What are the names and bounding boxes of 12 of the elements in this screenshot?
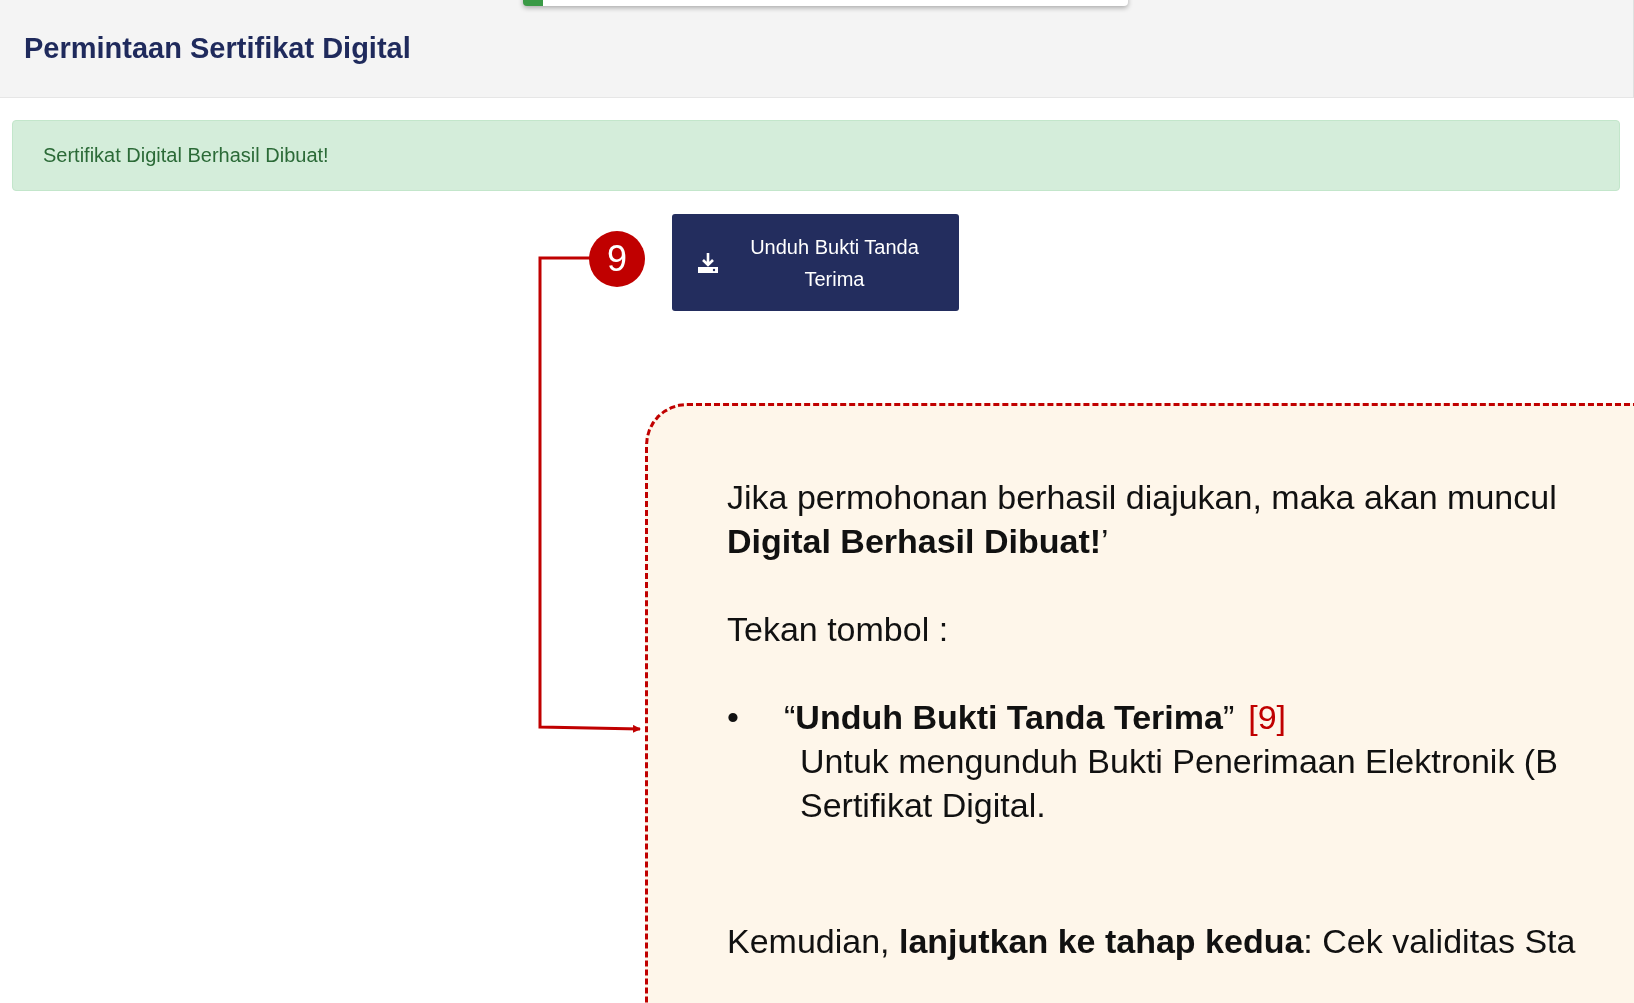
step-badge: 9 [589,231,645,287]
download-icon [696,250,720,275]
callout-prompt: Tekan tombol : [727,609,950,650]
download-button[interactable]: Unduh Bukti Tanda Terima [672,214,959,311]
step-reference: [9] [1248,697,1286,738]
bullet-title: “Unduh Bukti Tanda Terima” [784,697,1235,738]
callout-paragraph: Jika permohonan berhasil diajukan, maka akan muncul Digital Berhasil Dibuat!’ [727,477,1558,562]
page-title: Permintaan Sertifikat Digital [24,32,411,65]
bullet-description: Untuk mengunduh Bukti Penerimaan Elektronik (B Sertifikat Digital. [799,741,1558,826]
alert-message: Sertifikat Digital Berhasil Dibuat! [43,144,329,167]
bullet-marker: • [727,697,740,738]
callout-closing: Kemudian, lanjutkan ke tahap kedua: Cek validitas Sta [727,921,1577,962]
